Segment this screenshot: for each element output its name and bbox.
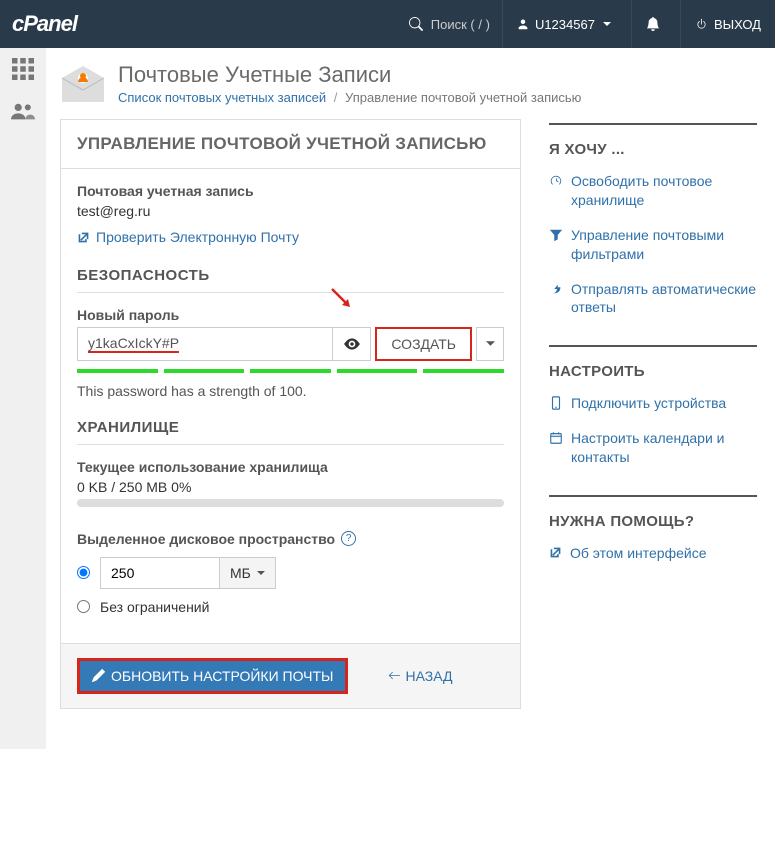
- quota-unit-dropdown[interactable]: МБ: [220, 557, 276, 589]
- notifications-button[interactable]: [632, 0, 680, 48]
- side-configure-heading: НАСТРОИТЬ: [549, 363, 757, 380]
- calendar-icon: [549, 431, 563, 445]
- security-heading: БЕЗОПАСНОСТЬ: [77, 247, 504, 293]
- logout-label: ВЫХОД: [714, 17, 761, 32]
- side-link-calendars[interactable]: Настроить календари и контакты: [549, 429, 757, 467]
- caret-down-icon: [603, 20, 611, 28]
- reply-icon: [549, 282, 563, 296]
- left-sidebar: [0, 48, 46, 749]
- toggle-password-visibility[interactable]: [333, 327, 371, 361]
- check-mail-label: Проверить Электронную Почту: [96, 229, 299, 245]
- storage-heading: ХРАНИЛИЩЕ: [77, 399, 504, 445]
- search-placeholder: Поиск ( / ): [431, 17, 490, 32]
- panel-footer: ОБНОВИТЬ НАСТРОЙКИ ПОЧТЫ НАЗАД: [61, 643, 520, 708]
- update-label: ОБНОВИТЬ НАСТРОЙКИ ПОЧТЫ: [111, 668, 333, 684]
- caret-down-icon: [257, 569, 265, 577]
- help-icon[interactable]: ?: [341, 531, 356, 546]
- manage-panel: УПРАВЛЕНИЕ ПОЧТОВОЙ УЧЕТНОЙ ЗАПИСЬЮ Почт…: [60, 119, 521, 709]
- breadcrumb-list-link[interactable]: Список почтовых учетных записей: [118, 90, 326, 105]
- password-strength-bar: [77, 369, 504, 373]
- back-label: НАЗАД: [405, 668, 452, 684]
- quota-limited-radio[interactable]: [77, 566, 90, 579]
- page-title: Почтовые Учетные Записи: [118, 62, 581, 88]
- side-link-autoresponders[interactable]: Отправлять автоматические ответы: [549, 280, 757, 318]
- caret-down-icon: [486, 339, 495, 348]
- search-icon: [409, 17, 423, 31]
- side-want-heading: Я ХОЧУ ...: [549, 141, 757, 158]
- panel-heading: УПРАВЛЕНИЕ ПОЧТОВОЙ УЧЕТНОЙ ЗАПИСЬЮ: [61, 120, 520, 169]
- back-link[interactable]: НАЗАД: [388, 668, 452, 684]
- user-label: U1234567: [535, 17, 595, 32]
- password-input[interactable]: y1kaCxIckY#P: [77, 327, 333, 361]
- logout-icon: [695, 18, 708, 31]
- usage-value: 0 KB / 250 MB 0%: [77, 479, 504, 495]
- side-link-devices[interactable]: Подключить устройства: [549, 394, 757, 413]
- generate-password-button[interactable]: СОЗДАТЬ: [375, 327, 472, 361]
- mobile-icon: [549, 396, 563, 410]
- external-link-icon: [77, 231, 90, 244]
- pencil-icon: [92, 669, 105, 682]
- user-icon: [517, 18, 529, 30]
- filter-icon: [549, 228, 563, 242]
- usage-label: Текущее использование хранилища: [77, 459, 504, 475]
- user-menu[interactable]: U1234567: [503, 0, 631, 48]
- bell-icon: [646, 17, 660, 31]
- quota-label: Выделенное дисковое пространство ?: [77, 531, 356, 547]
- breadcrumb-current: Управление почтовой учетной записью: [345, 90, 581, 105]
- quota-unlimited-label: Без ограничений: [100, 599, 209, 615]
- usage-bar: [77, 499, 504, 507]
- apps-grid-icon[interactable]: [12, 58, 34, 83]
- check-mail-link[interactable]: Проверить Электронную Почту: [77, 229, 299, 245]
- side-link-free-storage[interactable]: Освободить почтовое хранилище: [549, 172, 757, 210]
- generate-options-dropdown[interactable]: [476, 327, 504, 361]
- arrow-left-icon: [388, 669, 401, 682]
- breadcrumb: Список почтовых учетных записей / Управл…: [118, 90, 581, 105]
- password-strength-text: This password has a strength of 100.: [77, 383, 504, 399]
- account-label: Почтовая учетная запись: [77, 183, 504, 199]
- side-link-about[interactable]: Об этом интерфейсе: [549, 544, 757, 563]
- search-box[interactable]: Поиск ( / ): [397, 17, 502, 32]
- users-icon[interactable]: [11, 101, 35, 124]
- page-header: Почтовые Учетные Записи Список почтовых …: [60, 62, 757, 105]
- red-arrow-annotation: [328, 285, 356, 313]
- logo[interactable]: cPanel: [0, 11, 89, 37]
- quota-unlimited-radio[interactable]: [77, 600, 90, 613]
- update-settings-button[interactable]: ОБНОВИТЬ НАСТРОЙКИ ПОЧТЫ: [77, 658, 348, 694]
- top-nav: cPanel Поиск ( / ) U1234567 ВЫХОД: [0, 0, 775, 48]
- gauge-icon: [549, 174, 563, 188]
- logout-button[interactable]: ВЫХОД: [681, 0, 775, 48]
- external-link-icon: [549, 546, 562, 559]
- side-help-heading: НУЖНА ПОМОЩЬ?: [549, 513, 757, 530]
- quota-input[interactable]: [100, 557, 220, 589]
- side-link-filters[interactable]: Управление почтовыми фильтрами: [549, 226, 757, 264]
- account-value: test@reg.ru: [77, 203, 504, 219]
- eye-icon: [343, 335, 361, 353]
- new-password-label: Новый пароль: [77, 307, 504, 323]
- envelope-person-icon: [60, 64, 106, 104]
